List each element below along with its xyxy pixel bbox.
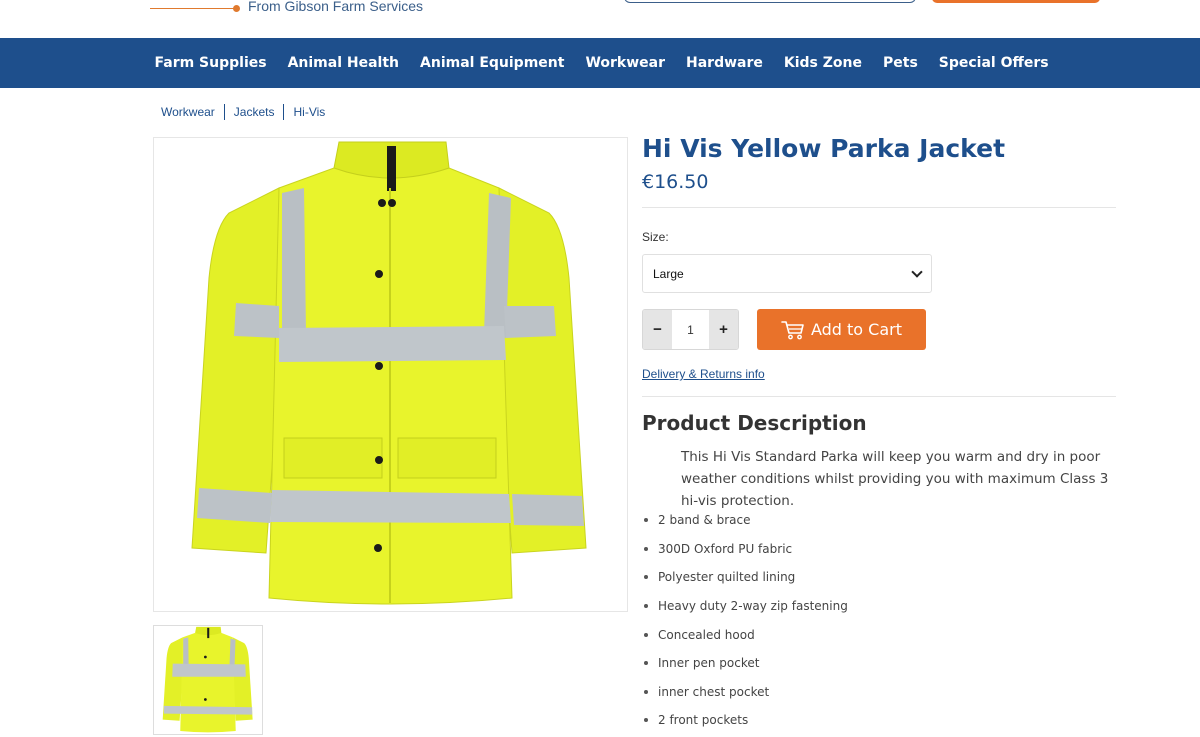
list-item: Concealed hood <box>644 620 848 649</box>
quantity-stepper: − 1 + <box>642 309 739 350</box>
nav-item-animal-health[interactable]: Animal Health <box>277 55 409 71</box>
list-item: 2 band & brace <box>644 506 848 535</box>
list-item: Polyester quilted lining <box>644 563 848 592</box>
header-button[interactable] <box>932 0 1100 3</box>
nav-item-special-offers[interactable]: Special Offers <box>928 55 1059 71</box>
divider <box>642 207 1116 208</box>
feature-text: Inner pen pocket <box>658 656 760 671</box>
feature-text: inner chest pocket <box>658 684 770 699</box>
bullet-icon <box>644 689 648 694</box>
search-input[interactable] <box>624 0 916 3</box>
nav-item-animal-equipment[interactable]: Animal Equipment <box>410 55 575 71</box>
feature-text: 300D Oxford PU fabric <box>658 541 793 556</box>
feature-text: Concealed hood <box>658 627 755 642</box>
list-item: 2 front pockets <box>644 706 848 735</box>
product-thumbnail[interactable] <box>153 625 263 735</box>
breadcrumb-workwear[interactable]: Workwear <box>161 105 215 119</box>
list-item: Inner pen pocket <box>644 649 848 678</box>
tagline-line <box>150 8 238 9</box>
bullet-icon <box>644 604 648 609</box>
breadcrumb-jackets[interactable]: Jackets <box>234 105 275 119</box>
bullet-icon <box>644 575 648 580</box>
quantity-decrease-button[interactable]: − <box>643 310 672 349</box>
size-selected-value: Large <box>653 266 684 281</box>
feature-list: 2 band & brace 300D Oxford PU fabric Pol… <box>644 506 848 735</box>
bullet-icon <box>644 546 648 551</box>
bullet-icon <box>644 632 648 637</box>
list-item: inner chest pocket <box>644 678 848 707</box>
header-tagline: From Gibson Farm Services <box>248 0 424 14</box>
tagline-dot <box>233 5 240 12</box>
product-description-text: This Hi Vis Standard Parka will keep you… <box>681 449 1109 509</box>
hi-vis-jacket-thumbnail <box>162 626 253 733</box>
product-description-heading: Product Description <box>642 411 867 435</box>
delivery-returns-link[interactable]: Delivery & Returns info <box>642 367 765 381</box>
add-to-cart-label: Add to Cart <box>810 320 903 339</box>
list-item: Heavy duty 2-way zip fastening <box>644 592 848 621</box>
nav-item-workwear[interactable]: Workwear <box>575 55 676 71</box>
feature-text: 2 front pockets <box>658 713 749 728</box>
chevron-down-icon <box>911 265 923 278</box>
nav-item-farm-supplies[interactable]: Farm Supplies <box>144 55 277 71</box>
bullet-icon <box>644 661 648 666</box>
bullet-icon <box>644 718 648 723</box>
product-main-image[interactable] <box>153 137 628 612</box>
add-to-cart-button[interactable]: Add to Cart <box>757 309 926 350</box>
breadcrumb-hi-vis[interactable]: Hi-Vis <box>293 105 325 119</box>
breadcrumb-separator <box>283 104 285 120</box>
hi-vis-jacket-image <box>191 141 587 605</box>
nav-item-kids-zone[interactable]: Kids Zone <box>773 55 872 71</box>
product-price: €16.50 <box>642 171 709 193</box>
divider <box>642 396 1116 397</box>
size-select[interactable]: Large <box>642 254 932 293</box>
breadcrumb-separator <box>223 104 225 120</box>
feature-text: Polyester quilted lining <box>658 570 796 585</box>
nav-item-pets[interactable]: Pets <box>873 55 929 71</box>
feature-text: Heavy duty 2-way zip fastening <box>658 599 848 614</box>
nav-item-hardware[interactable]: Hardware <box>676 55 774 71</box>
list-item: 300D Oxford PU fabric <box>644 535 848 564</box>
main-nav: Farm Supplies Animal Health Animal Equip… <box>0 38 1200 88</box>
breadcrumb: Workwear Jackets Hi-Vis <box>161 104 325 120</box>
size-label: Size: <box>642 230 669 244</box>
quantity-input[interactable]: 1 <box>672 310 709 349</box>
quantity-increase-button[interactable]: + <box>709 310 738 349</box>
header-top: From Gibson Farm Services <box>0 0 1200 38</box>
product-title: Hi Vis Yellow Parka Jacket <box>642 134 1006 163</box>
bullet-icon <box>644 518 648 523</box>
cart-icon <box>781 320 804 339</box>
feature-text: 2 band & brace <box>658 513 751 528</box>
